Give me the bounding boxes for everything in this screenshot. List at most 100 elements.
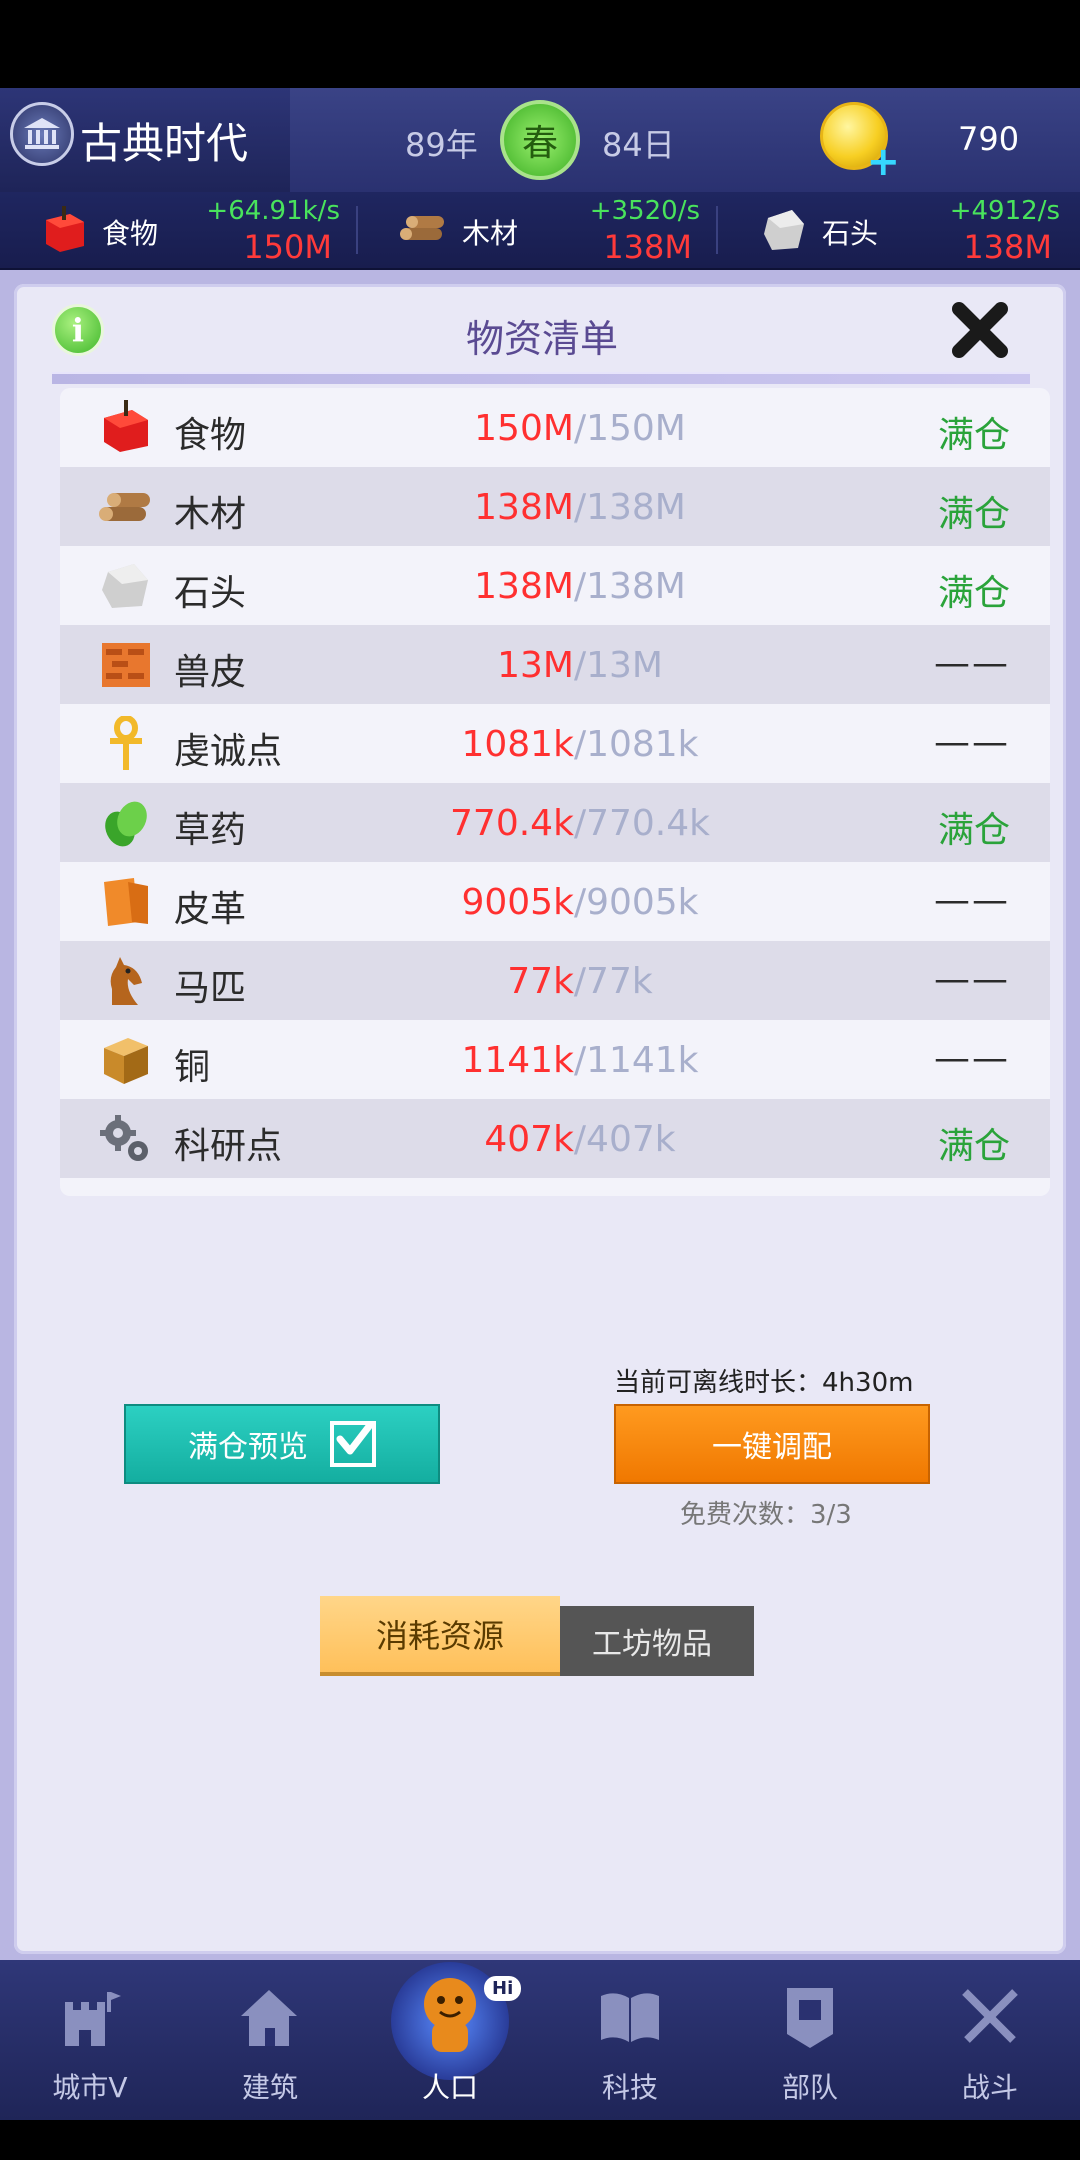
item-amount: 9005k/9005k	[300, 882, 860, 923]
item-name: 铜	[174, 1047, 211, 1088]
era-panel[interactable]: 古典时代	[0, 88, 290, 192]
list-item[interactable]: 木材 138M/138M 满仓	[60, 467, 1050, 546]
current-value: 1141k	[461, 1040, 574, 1081]
nav-population[interactable]: Hi 人口	[360, 1960, 540, 2120]
day-label: 84日	[602, 126, 675, 164]
resource-name: 食物	[102, 217, 159, 250]
nav-city[interactable]: 城市V	[0, 1960, 180, 2120]
item-name: 木材	[174, 494, 247, 535]
item-amount: 1081k/1081k	[300, 724, 860, 765]
title-bar: 物资清单	[52, 284, 1032, 374]
nav-label: 战斗	[961, 2071, 1018, 2104]
nav-troops[interactable]: 部队	[720, 1960, 900, 2120]
free-count: 免费次数：3/3	[680, 1500, 852, 1530]
season-indicator[interactable]: 春	[500, 100, 580, 180]
item-name: 马匹	[174, 968, 247, 1009]
current-value: 150M	[474, 408, 574, 449]
leather-icon	[98, 874, 154, 930]
year-label: 89年	[405, 126, 478, 164]
list-item[interactable]: 兽皮 13M/13M ——	[60, 625, 1050, 704]
status-label: 满仓	[937, 494, 1010, 535]
item-amount: 1141k/1141k	[300, 1040, 860, 1081]
max-value: /407k	[573, 1119, 676, 1160]
resource-amount: 138M	[603, 228, 692, 266]
list-item[interactable]: 铜 1141k/1141k ——	[60, 1020, 1050, 1099]
nav-battle[interactable]: 战斗	[900, 1960, 1080, 2120]
current-value: 13M	[497, 645, 574, 686]
item-name: 科研点	[174, 1126, 283, 1167]
nav-label: 部队	[781, 2071, 838, 2104]
status-label: 满仓	[937, 415, 1010, 456]
button-label: 满仓预览	[188, 1430, 308, 1465]
resource-rate: +3520/s	[589, 196, 700, 226]
status-label: ——	[934, 722, 1010, 763]
checkbox-icon	[330, 1421, 376, 1467]
max-value: /1141k	[573, 1040, 699, 1081]
item-name: 虔诚点	[174, 731, 283, 772]
tab-workshop-items[interactable]: 工坊物品	[550, 1606, 754, 1676]
resource-stone[interactable]: 石头 +4912/s 138M	[730, 192, 1070, 268]
item-amount: 77k/77k	[300, 961, 860, 1002]
bottom-navigation: 城市V 建筑 Hi 人口 科技 部队 战斗	[0, 1960, 1080, 2120]
status-label: ——	[934, 880, 1010, 921]
list-item[interactable]: 草药 770.4k/770.4k 满仓	[60, 783, 1050, 862]
resource-rate: +4912/s	[949, 196, 1060, 226]
current-value: 1081k	[461, 724, 574, 765]
item-amount: 770.4k/770.4k	[300, 803, 860, 844]
item-amount: 407k/407k	[300, 1119, 860, 1160]
era-title: 古典时代	[80, 119, 249, 168]
resource-food[interactable]: 食物 +64.91k/s 150M	[10, 192, 350, 268]
list-item[interactable]: 食物 150M/150M 满仓	[60, 388, 1050, 467]
item-amount: 138M/138M	[300, 487, 860, 528]
hi-badge: Hi	[484, 1976, 522, 2001]
status-label: ——	[934, 643, 1010, 684]
current-value: 9005k	[461, 882, 574, 923]
resource-wood[interactable]: 木材 +3520/s 138M	[370, 192, 710, 268]
panel-title: 物资清单	[465, 317, 618, 361]
resource-amount: 138M	[963, 228, 1052, 266]
status-label: 满仓	[937, 573, 1010, 614]
resource-amount: 150M	[243, 228, 332, 266]
current-value: 407k	[484, 1119, 574, 1160]
divider	[356, 206, 358, 254]
divider	[716, 206, 718, 254]
max-value: /770.4k	[573, 803, 710, 844]
book-icon	[595, 1982, 665, 2052]
nav-building[interactable]: 建筑	[180, 1960, 360, 2120]
nav-label: 人口	[421, 2071, 478, 2104]
status-label: 满仓	[937, 1126, 1010, 1167]
list-item[interactable]: 科研点 407k/407k 满仓	[60, 1099, 1050, 1178]
max-value: /1081k	[573, 724, 699, 765]
apple-icon	[38, 204, 90, 256]
button-label: 一键调配	[712, 1430, 832, 1465]
item-name: 石头	[174, 573, 247, 614]
max-value: /9005k	[573, 882, 699, 923]
nav-technology[interactable]: 科技	[540, 1960, 720, 2120]
hide-icon	[98, 637, 154, 693]
list-item[interactable]: 石头 138M/138M 满仓	[60, 546, 1050, 625]
wood-icon	[98, 479, 154, 535]
max-value: /138M	[573, 487, 686, 528]
max-value: /13M	[573, 645, 663, 686]
one-key-allocate-button[interactable]: 一键调配	[614, 1404, 930, 1484]
nav-label: 建筑	[241, 2071, 298, 2104]
system-bar	[0, 2120, 1080, 2160]
item-name: 食物	[174, 415, 247, 456]
nav-label: 科技	[601, 2071, 658, 2104]
list-item[interactable]: 马匹 77k/77k ——	[60, 941, 1050, 1020]
herb-icon	[98, 795, 154, 851]
status-label: 满仓	[937, 810, 1010, 851]
list-item[interactable]: 皮革 9005k/9005k ——	[60, 862, 1050, 941]
item-name: 皮革	[174, 889, 247, 930]
current-value: 138M	[474, 566, 574, 607]
stone-icon	[98, 558, 154, 614]
item-amount: 150M/150M	[300, 408, 860, 449]
add-coins-button[interactable]: +	[820, 102, 900, 182]
list-item[interactable]: 虔诚点 1081k/1081k ——	[60, 704, 1050, 783]
close-button[interactable]	[942, 292, 1018, 368]
full-preview-button[interactable]: 满仓预览	[124, 1404, 440, 1484]
item-amount: 13M/13M	[300, 645, 860, 686]
plus-icon: +	[866, 139, 900, 185]
tab-consume-resources[interactable]: 消耗资源	[320, 1596, 560, 1672]
item-name: 兽皮	[174, 652, 247, 693]
